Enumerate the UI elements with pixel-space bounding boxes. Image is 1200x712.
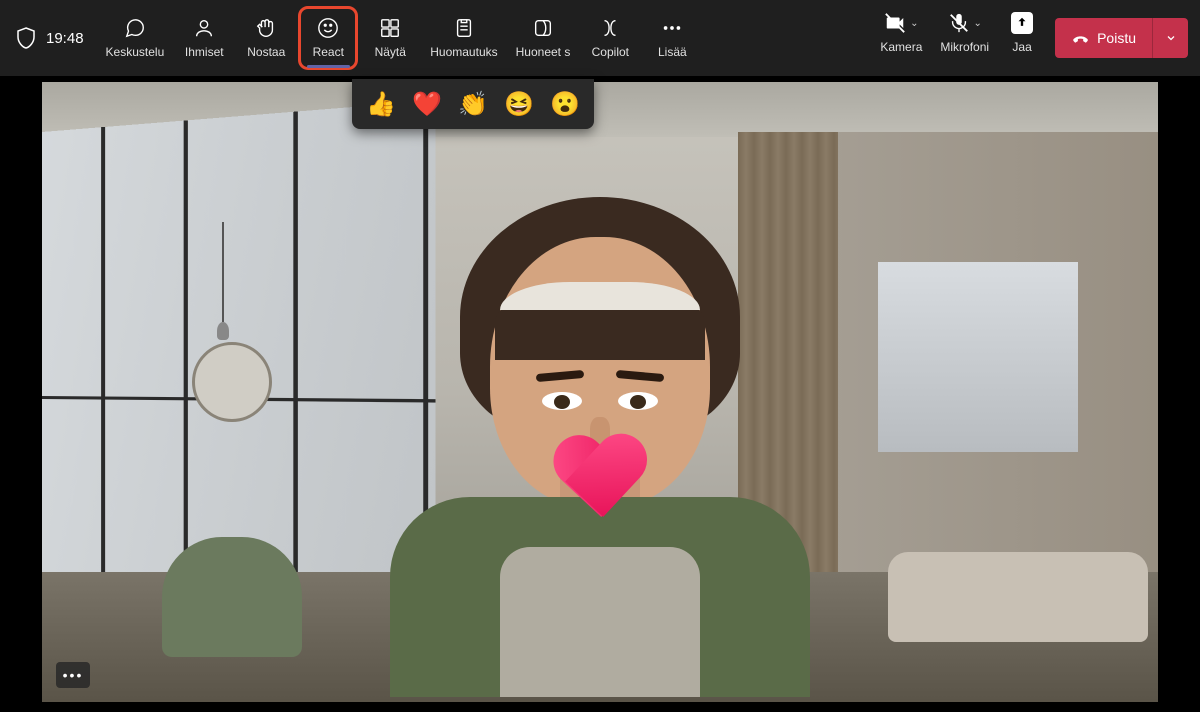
camera-label: Kamera <box>880 40 922 54</box>
copilot-icon <box>599 17 621 39</box>
mic-off-icon <box>948 12 970 34</box>
share-button[interactable]: Jaa <box>1003 6 1041 70</box>
reaction-like[interactable]: 👍 <box>366 89 396 119</box>
raise-hand-button[interactable]: Nostaa <box>236 6 296 70</box>
leave-button[interactable]: Poistu <box>1055 18 1152 58</box>
reaction-laugh[interactable]: 😆 <box>504 89 534 119</box>
rooms-label: Huoneet s <box>516 45 571 59</box>
meeting-timer: 19:48 <box>46 30 84 47</box>
reaction-surprised[interactable]: 😮 <box>550 89 580 119</box>
share-label: Jaa <box>1012 40 1031 54</box>
camera-control[interactable]: ⌄ Kamera <box>876 6 926 70</box>
react-label: React <box>313 45 344 59</box>
mic-control[interactable]: ⌄ Mikrofoni <box>936 6 993 70</box>
chat-icon <box>124 17 146 39</box>
rooms-icon <box>532 17 554 39</box>
people-label: Ihmiset <box>185 45 224 59</box>
hand-icon <box>255 17 277 39</box>
grid-icon <box>379 17 401 39</box>
mic-label: Mikrofoni <box>940 40 989 54</box>
chat-button[interactable]: Keskustelu <box>98 6 173 70</box>
video-more-options[interactable]: ••• <box>56 662 90 688</box>
react-button[interactable]: React <box>298 6 358 70</box>
chat-label: Keskustelu <box>106 45 165 59</box>
reaction-love[interactable]: ❤️ <box>412 89 442 119</box>
video-area: ••• <box>42 82 1158 702</box>
more-label: Lisää <box>658 45 687 59</box>
clipboard-icon <box>453 17 475 39</box>
reaction-popup: 👍 ❤️ 👏 😆 😮 <box>352 79 594 129</box>
reaction-applause[interactable]: 👏 <box>458 89 488 119</box>
share-icon <box>1011 12 1033 34</box>
people-icon <box>193 17 215 39</box>
more-button[interactable]: Lisää <box>642 6 702 70</box>
leave-dropdown[interactable] <box>1152 18 1188 58</box>
view-label: Näytä <box>375 45 406 59</box>
shield-icon[interactable] <box>12 24 40 52</box>
mic-chevron[interactable]: ⌄ <box>974 18 982 29</box>
meeting-toolbar: 19:48 Keskustelu Ihmiset Nostaa React Nä… <box>0 0 1200 76</box>
leave-group: Poistu <box>1055 18 1188 58</box>
heart-reaction-overlay <box>550 437 650 527</box>
camera-chevron[interactable]: ⌄ <box>910 18 918 29</box>
notes-label: Huomautuks <box>430 45 497 59</box>
people-button[interactable]: Ihmiset <box>174 6 234 70</box>
copilot-button[interactable]: Copilot <box>580 6 640 70</box>
copilot-label: Copilot <box>592 45 629 59</box>
smile-icon <box>317 17 339 39</box>
more-icon <box>661 17 683 39</box>
leave-label: Poistu <box>1097 30 1136 46</box>
camera-off-icon <box>884 12 906 34</box>
view-button[interactable]: Näytä <box>360 6 420 70</box>
raise-label: Nostaa <box>247 45 285 59</box>
rooms-button[interactable]: Huoneet s <box>508 6 579 70</box>
notes-button[interactable]: Huomautuks <box>422 6 505 70</box>
phone-icon <box>1071 29 1089 47</box>
